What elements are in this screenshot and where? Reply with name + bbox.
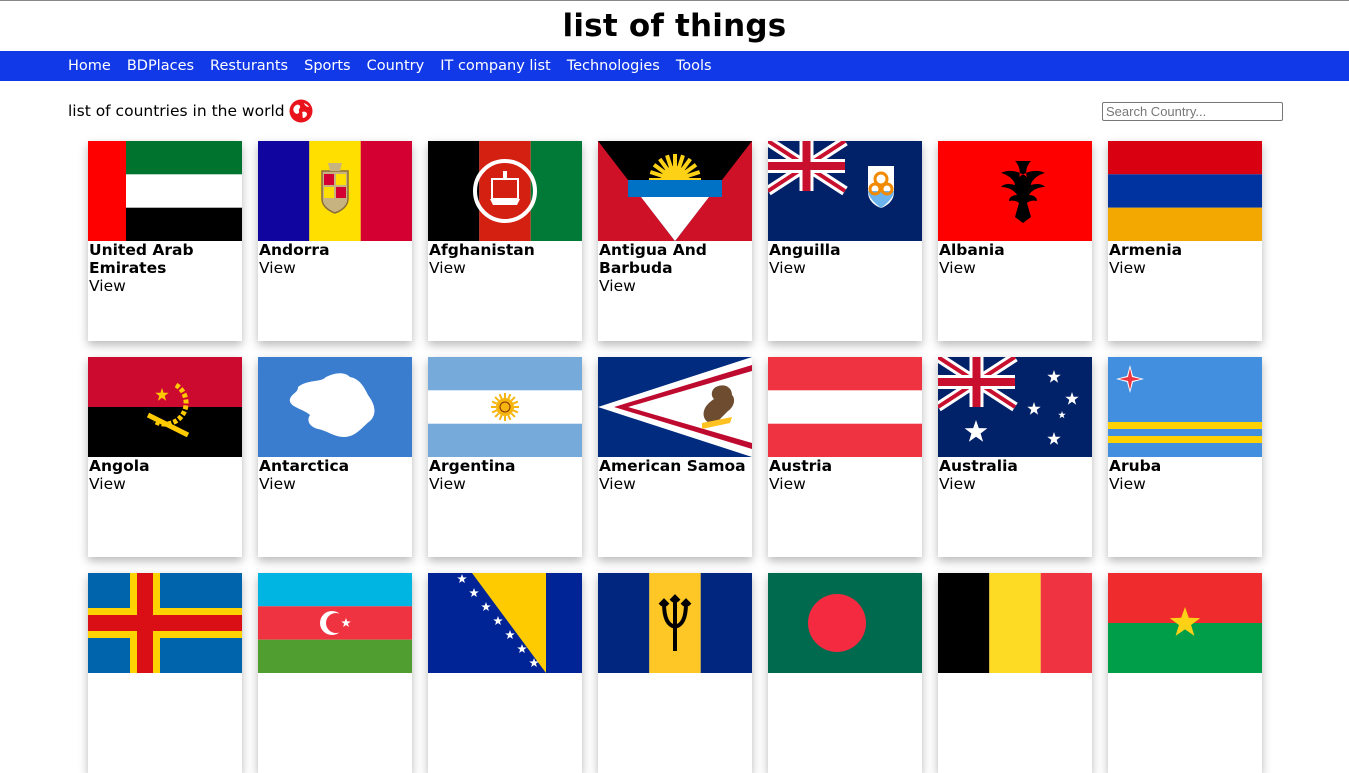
nav-country[interactable]: Country — [359, 58, 433, 74]
flag-belgium — [938, 573, 1092, 673]
flag-andorra — [258, 141, 412, 241]
view-link[interactable]: View — [428, 475, 582, 493]
flag-antigua — [598, 141, 752, 241]
view-link[interactable]: View — [938, 475, 1092, 493]
flag-barbados — [598, 573, 752, 673]
country-card[interactable]: Afghanistan View — [428, 141, 582, 341]
country-name: Anguilla — [769, 241, 841, 259]
flag-angola — [88, 357, 242, 457]
flag-austria — [768, 357, 922, 457]
navbar: Home BDPlaces Resturants Sports Country … — [0, 51, 1349, 81]
country-card[interactable] — [258, 573, 412, 773]
country-card[interactable]: Armenia View — [1108, 141, 1262, 341]
country-card[interactable] — [88, 573, 242, 773]
view-link[interactable]: View — [768, 259, 922, 277]
search-input[interactable] — [1102, 102, 1283, 121]
country-card[interactable]: American Samoa View — [598, 357, 752, 557]
subheader: list of countries in the world — [0, 81, 1349, 141]
flag-argentina — [428, 357, 582, 457]
country-card[interactable]: Aruba View — [1108, 357, 1262, 557]
country-card[interactable]: Austria View — [768, 357, 922, 557]
flag-australia — [938, 357, 1092, 457]
view-link[interactable]: View — [1108, 259, 1262, 277]
country-name: Antarctica — [259, 457, 350, 475]
flag-azerbaijan — [258, 573, 412, 673]
country-card[interactable] — [1108, 573, 1262, 773]
flag-afghanistan — [428, 141, 582, 241]
flag-anguilla — [768, 141, 922, 241]
nav-home[interactable]: Home — [60, 58, 119, 74]
country-card[interactable] — [768, 573, 922, 773]
flag-bosnia — [428, 573, 582, 673]
country-name: Andorra — [259, 241, 330, 259]
flag-american-samoa — [598, 357, 752, 457]
country-name: Antigua And Barbuda — [599, 241, 707, 277]
country-name: United Arab Emirates — [89, 241, 194, 277]
globe-icon — [289, 99, 313, 123]
country-name: Armenia — [1109, 241, 1183, 259]
nav-technologies[interactable]: Technologies — [559, 58, 668, 74]
flag-aruba — [1108, 357, 1262, 457]
country-name: Argentina — [429, 457, 516, 475]
country-name: Angola — [89, 457, 150, 475]
view-link[interactable]: View — [938, 259, 1092, 277]
nav-resturants[interactable]: Resturants — [202, 58, 296, 74]
view-link[interactable]: View — [598, 475, 752, 493]
country-card[interactable] — [428, 573, 582, 773]
site-title: list of things — [562, 8, 787, 44]
nav-tools[interactable]: Tools — [668, 58, 720, 74]
view-link[interactable]: View — [428, 259, 582, 277]
view-link[interactable]: View — [88, 475, 242, 493]
country-card[interactable]: Albania View — [938, 141, 1092, 341]
flag-bangladesh — [768, 573, 922, 673]
country-name: Afghanistan — [429, 241, 535, 259]
view-link[interactable]: View — [1108, 475, 1262, 493]
nav-sports[interactable]: Sports — [296, 58, 358, 74]
flag-uae — [88, 141, 242, 241]
flag-armenia — [1108, 141, 1262, 241]
view-link[interactable]: View — [598, 277, 752, 295]
view-link[interactable]: View — [258, 475, 412, 493]
country-card[interactable] — [938, 573, 1092, 773]
country-card[interactable]: Australia View — [938, 357, 1092, 557]
flag-aland — [88, 573, 242, 673]
view-link[interactable]: View — [88, 277, 242, 295]
flag-burkina-faso — [1108, 573, 1262, 673]
country-name: Aruba — [1109, 457, 1162, 475]
country-card[interactable]: Anguilla View — [768, 141, 922, 341]
view-link[interactable]: View — [258, 259, 412, 277]
country-card[interactable]: Antigua And Barbuda View — [598, 141, 752, 341]
country-card[interactable]: Antarctica View — [258, 357, 412, 557]
country-card[interactable]: Argentina View — [428, 357, 582, 557]
country-name: Austria — [769, 457, 833, 475]
country-name: Albania — [939, 241, 1005, 259]
flag-antarctica — [258, 357, 412, 457]
country-card[interactable]: Andorra View — [258, 141, 412, 341]
country-name: Australia — [939, 457, 1018, 475]
page-heading-text: list of countries in the world — [68, 102, 285, 120]
country-card[interactable]: United Arab Emirates View — [88, 141, 242, 341]
country-card[interactable]: Angola View — [88, 357, 242, 557]
page-heading: list of countries in the world — [68, 99, 313, 123]
flag-albania — [938, 141, 1092, 241]
nav-bdplaces[interactable]: BDPlaces — [119, 58, 202, 74]
view-link[interactable]: View — [768, 475, 922, 493]
nav-it-company-list[interactable]: IT company list — [432, 58, 558, 74]
country-card[interactable] — [598, 573, 752, 773]
country-name: American Samoa — [599, 457, 746, 475]
